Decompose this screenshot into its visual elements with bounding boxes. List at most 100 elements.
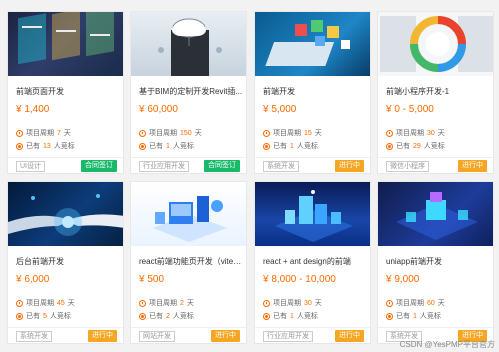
period-value: 7	[57, 129, 61, 137]
period-label: 项目周期	[149, 300, 177, 307]
project-title[interactable]: react + ant design的前端	[263, 256, 367, 267]
project-card[interactable]: react + ant design的前端 ¥ 8,000 - 10,000 项…	[254, 181, 371, 344]
project-price: ¥ 8,000 - 10,000	[263, 274, 336, 285]
isometric-dashboard-icon	[153, 196, 227, 242]
period-unit: 天	[437, 300, 445, 307]
project-bids: 已有 1 人竞标	[263, 311, 318, 321]
status-badge: 合同签订	[204, 160, 240, 172]
category-tag[interactable]: 系统开发	[263, 161, 299, 172]
bid-prefix: 已有	[26, 143, 40, 150]
category-tag[interactable]: 网站开发	[139, 331, 175, 342]
user-icon	[16, 312, 23, 320]
period-label: 项目周期	[396, 300, 424, 307]
project-thumbnail[interactable]	[255, 12, 370, 76]
project-title[interactable]: 前端开发	[263, 86, 367, 97]
project-card[interactable]: 前端页面开发 ¥ 1,400 项目周期 7 天 已有 13 人竞标 UI设计 合…	[7, 11, 124, 174]
status-badge: 进行中	[335, 330, 364, 342]
project-price: ¥ 6,000	[16, 274, 50, 285]
period-unit: 天	[437, 130, 445, 137]
project-thumbnail[interactable]	[8, 182, 123, 246]
project-title[interactable]: 基于BIM的定制开发Revit插...	[139, 86, 243, 97]
bid-suffix: 人竞标	[172, 143, 194, 150]
isometric-platform-icon	[396, 192, 478, 240]
clock-icon	[16, 299, 23, 307]
bid-count: 13	[43, 142, 51, 150]
project-bids: 已有 1 人竞标	[386, 311, 441, 321]
project-period: 项目周期 150 天	[139, 128, 202, 138]
watermark: CSDN @YesPMP平台官方	[399, 340, 495, 349]
project-title[interactable]: 后台前端开发	[16, 256, 120, 267]
project-card[interactable]: 基于BIM的定制开发Revit插... ¥ 60,000 项目周期 150 天 …	[130, 11, 247, 174]
category-tag[interactable]: 行业应用开发	[139, 161, 189, 172]
period-label: 项目周期	[26, 300, 54, 307]
project-period: 项目周期 30 天	[263, 298, 322, 308]
card-divider	[255, 327, 370, 328]
project-price: ¥ 60,000	[139, 104, 178, 115]
category-tag[interactable]: 系统开发	[16, 331, 52, 342]
bid-suffix: 人竞标	[49, 313, 71, 320]
project-card[interactable]: react前端功能页开发（vite架... ¥ 500 项目周期 2 天 已有 …	[130, 181, 247, 344]
card-divider	[8, 157, 123, 158]
project-thumbnail[interactable]	[255, 182, 370, 246]
bid-count: 1	[413, 312, 417, 320]
user-icon	[386, 312, 393, 320]
period-label: 项目周期	[396, 130, 424, 137]
card-divider	[378, 327, 493, 328]
card-divider	[131, 327, 246, 328]
card-divider	[8, 327, 123, 328]
bid-prefix: 已有	[26, 313, 40, 320]
period-unit: 天	[314, 130, 322, 137]
category-tag[interactable]: 微信小程序	[386, 161, 429, 172]
user-icon	[16, 142, 23, 150]
project-thumbnail[interactable]	[378, 12, 493, 76]
project-thumbnail[interactable]	[378, 182, 493, 246]
bid-suffix: 人竞标	[53, 143, 75, 150]
period-unit: 天	[314, 300, 322, 307]
period-unit: 天	[186, 300, 194, 307]
status-badge: 合同签订	[81, 160, 117, 172]
period-value: 45	[57, 299, 65, 307]
period-value: 15	[304, 129, 312, 137]
category-tag[interactable]: 行业应用开发	[263, 331, 313, 342]
user-icon	[263, 142, 270, 150]
bid-prefix: 已有	[149, 143, 163, 150]
project-price: ¥ 1,400	[16, 104, 50, 115]
period-value: 2	[180, 299, 184, 307]
bid-count: 1	[290, 142, 294, 150]
user-icon	[139, 142, 146, 150]
category-tag[interactable]: UI设计	[16, 161, 45, 172]
project-bids: 已有 29 人竞标	[386, 141, 445, 151]
project-bids: 已有 1 人竞标	[139, 141, 194, 151]
project-card[interactable]: uniapp前端开发 ¥ 9,000 项目周期 60 天 已有 1 人竞标 系统…	[377, 181, 494, 344]
period-unit: 天	[63, 130, 71, 137]
project-thumbnail[interactable]	[131, 12, 246, 76]
project-price: ¥ 0 - 5,000	[386, 104, 434, 115]
period-label: 项目周期	[273, 300, 301, 307]
project-title[interactable]: uniapp前端开发	[386, 256, 490, 267]
project-bids: 已有 5 人竞标	[16, 311, 71, 321]
bid-count: 5	[43, 312, 47, 320]
user-icon	[139, 312, 146, 320]
clock-icon	[263, 129, 270, 137]
bid-count: 29	[413, 142, 421, 150]
robot-hand-icon	[8, 194, 123, 236]
clock-icon	[16, 129, 23, 137]
status-badge: 进行中	[88, 330, 117, 342]
bid-prefix: 已有	[273, 313, 287, 320]
period-value: 60	[427, 299, 435, 307]
project-thumbnail[interactable]	[8, 12, 123, 76]
project-card[interactable]: 前端开发 ¥ 5,000 项目周期 15 天 已有 1 人竞标 系统开发 进行中	[254, 11, 371, 174]
project-period: 项目周期 7 天	[16, 128, 71, 138]
project-title[interactable]: 前端页面开发	[16, 86, 120, 97]
period-label: 项目周期	[273, 130, 301, 137]
period-unit: 天	[194, 130, 202, 137]
app-wheel-icon	[380, 16, 493, 72]
isometric-city-icon	[275, 190, 353, 242]
bid-suffix: 人竞标	[423, 143, 445, 150]
clock-icon	[139, 129, 146, 137]
project-card[interactable]: 后台前端开发 ¥ 6,000 项目周期 45 天 已有 5 人竞标 系统开发 进…	[7, 181, 124, 344]
project-card[interactable]: 前端小程序开发-1 ¥ 0 - 5,000 项目周期 30 天 已有 29 人竞…	[377, 11, 494, 174]
project-title[interactable]: react前端功能页开发（vite架...	[139, 256, 243, 267]
project-title[interactable]: 前端小程序开发-1	[386, 86, 490, 97]
project-thumbnail[interactable]	[131, 182, 246, 246]
